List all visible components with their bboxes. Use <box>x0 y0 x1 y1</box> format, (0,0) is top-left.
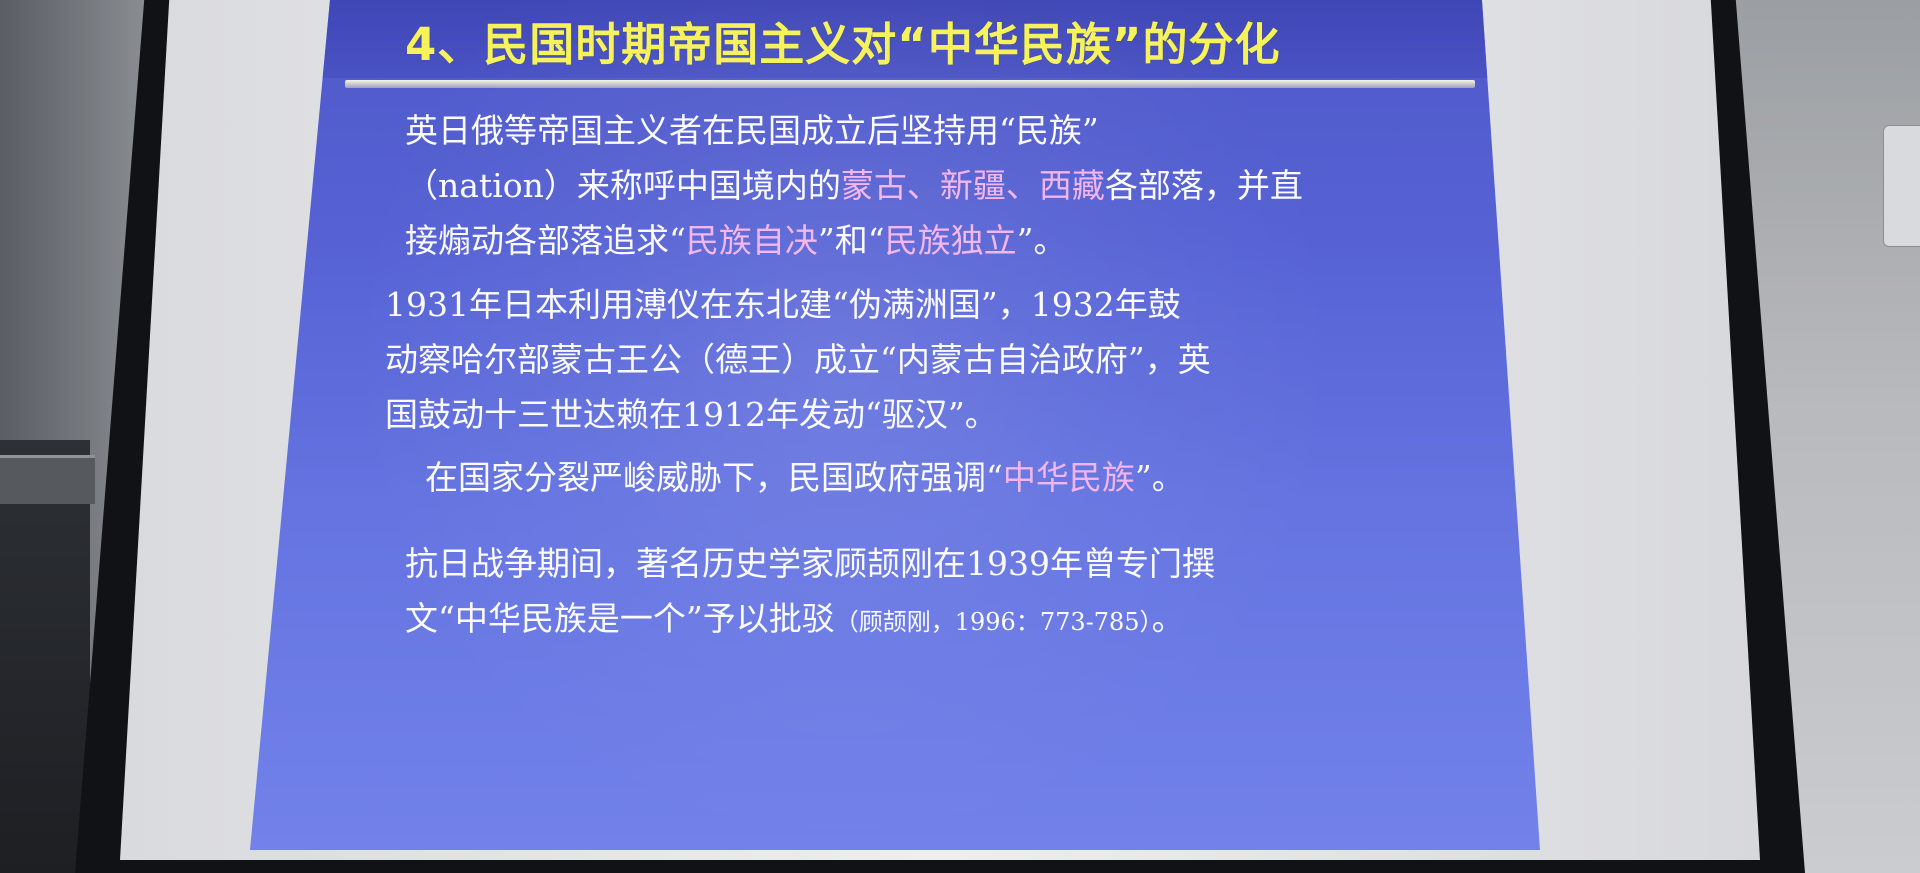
paragraph-1-line-2: （nation）来称呼中国境内的蒙古、新疆、西藏各部落，并直 <box>405 158 1303 213</box>
highlighted-self-determination: 民族自决 <box>685 221 818 260</box>
title-divider-line <box>345 80 1475 88</box>
paragraph-2-line-1: 1931年日本利用溥仪在东北建“伪满洲国”，1932年鼓 <box>385 285 1181 324</box>
paragraph-2-line-2: 动察哈尔部蒙古王公（德王）成立“内蒙古自治政府”，英 <box>385 340 1211 379</box>
projected-slide: 4、民国时期帝国主义对“中华民族”的分化 英日俄等帝国主义者在民国成立后坚持用“… <box>250 0 1540 850</box>
lecture-room-background: 4、民国时期帝国主义对“中华民族”的分化 英日俄等帝国主义者在民国成立后坚持用“… <box>0 0 1920 873</box>
paragraph-3-line-1-prefix: 在国家分裂严峻威胁下，民国政府强调“ <box>425 458 1003 497</box>
paragraph-4-line-2-suffix: 。 <box>1151 599 1185 638</box>
wall-device <box>1883 125 1920 247</box>
paragraph-1-line-3-middle: ”和“ <box>817 221 885 260</box>
paragraph-1-line-1: 英日俄等帝国主义者在民国成立后坚持用“民族” <box>405 111 1099 150</box>
paragraph-1-line-2-prefix: （nation）来称呼中国境内的 <box>405 166 841 205</box>
paragraph-4-line-1: 抗日战争期间，著名历史学家顾颉刚在1939年曾专门撰 <box>405 544 1215 583</box>
slide-title: 4、民国时期帝国主义对“中华民族”的分化 <box>405 18 1281 71</box>
paragraph-japan-britain-actions: 1931年日本利用溥仪在东北建“伪满洲国”，1932年鼓 动察哈尔部蒙古王公（德… <box>385 277 1211 442</box>
paragraph-gu-jiegang-essay: 抗日战争期间，著名历史学家顾颉刚在1939年曾专门撰 文“中华民族是一个”予以批… <box>405 536 1215 650</box>
paragraph-2-line-3: 国鼓动十三世达赖在1912年发动“驱汉”。 <box>385 395 998 434</box>
paragraph-4-line-2-prefix: 文“中华民族是一个”予以批驳 <box>405 599 835 638</box>
citation: （顾颉刚，1996：773-785） <box>834 608 1152 636</box>
paragraph-government-emphasis: 在国家分裂严峻威胁下，民国政府强调“中华民族”。 <box>425 450 1185 505</box>
paragraph-1-line-3-prefix: 接煽动各部落追求“ <box>405 221 686 260</box>
paragraph-3-line-1-suffix: ”。 <box>1134 458 1185 497</box>
paragraph-1-line-3: 接煽动各部落追求“民族自决”和“民族独立”。 <box>405 213 1303 268</box>
paragraph-imperialist-nation-term: 英日俄等帝国主义者在民国成立后坚持用“民族” （nation）来称呼中国境内的蒙… <box>405 103 1303 268</box>
paragraph-1-line-2-suffix: 各部落，并直 <box>1104 166 1303 205</box>
paragraph-1-line-3-suffix: ”。 <box>1016 221 1067 260</box>
left-wall-pole <box>0 440 90 873</box>
paragraph-4-line-2: 文“中华民族是一个”予以批驳（顾颉刚，1996：773-785）。 <box>405 591 1215 650</box>
paragraph-3-line-1: 在国家分裂严峻威胁下，民国政府强调“中华民族”。 <box>425 450 1185 505</box>
left-wall-bracket <box>0 455 95 504</box>
highlighted-chinese-nation: 中华民族 <box>1002 458 1135 497</box>
highlighted-independence: 民族独立 <box>884 221 1017 260</box>
highlighted-regions: 蒙古、新疆、西藏 <box>840 166 1105 205</box>
